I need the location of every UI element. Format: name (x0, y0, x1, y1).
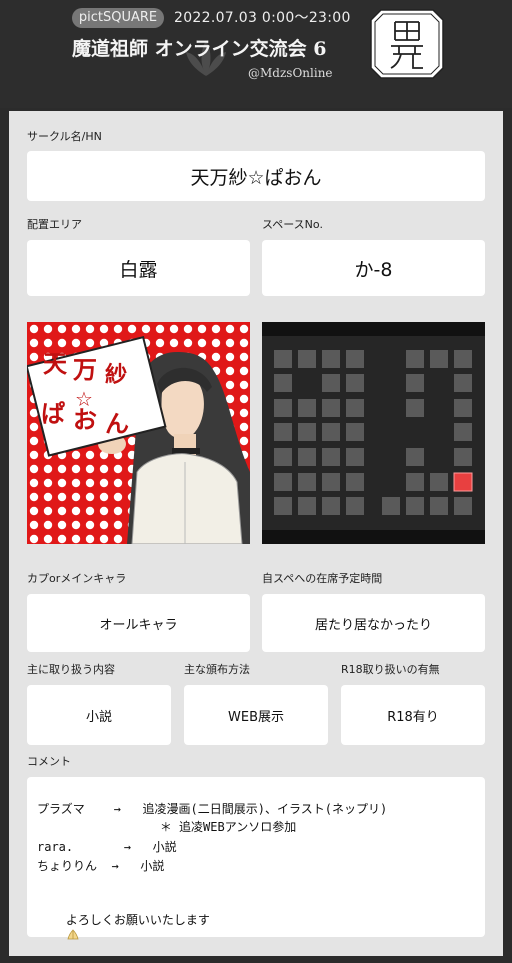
circle-cut-image[interactable]: 天 万 紗 ☆ ぱ お ん (27, 322, 250, 544)
map-space[interactable] (298, 423, 316, 441)
map-space[interactable] (430, 350, 448, 368)
map-space[interactable] (274, 399, 292, 417)
map-space[interactable] (406, 374, 424, 392)
comment-box: プラズマ → 追凌漫画(二日間展示)、イラスト(ネップリ) ＊ 追凌WEBアンソ… (27, 777, 485, 940)
map-space[interactable] (406, 399, 424, 417)
map-space[interactable] (274, 423, 292, 441)
event-seal-logo-icon (370, 9, 444, 79)
event-handle: @MdzsOnline (248, 66, 333, 80)
r18-value: R18有り (387, 709, 439, 725)
sign-char-2: 万 (73, 356, 97, 384)
map-space[interactable] (346, 448, 364, 466)
map-space[interactable] (322, 350, 340, 368)
cp-field: オールキャラ (27, 594, 250, 652)
map-space[interactable] (298, 399, 316, 417)
comment-line: rara. → 小説 (37, 840, 177, 854)
comment-label: コメント (27, 755, 71, 768)
sign-char-3: 紗 (105, 363, 127, 388)
map-space[interactable] (274, 374, 292, 392)
circle-name-label: サークル名/HN (27, 130, 102, 143)
map-space[interactable] (298, 448, 316, 466)
presence-field: 居たり居なかったり (262, 594, 485, 652)
comment-line: プラズマ → 追凌漫画(二日間展示)、イラスト(ネップリ) (37, 802, 388, 816)
map-space[interactable] (322, 448, 340, 466)
map-space[interactable] (430, 497, 448, 515)
map-space[interactable] (454, 448, 472, 466)
area-label: 配置エリア (27, 218, 82, 231)
cp-value: オールキャラ (99, 617, 178, 633)
comment-line: よろしくお願いいたします (37, 896, 210, 960)
map-space[interactable] (274, 350, 292, 368)
map-space[interactable] (406, 473, 424, 491)
map-space-highlighted[interactable] (453, 472, 473, 492)
map-space[interactable] (406, 497, 424, 515)
dist-label: 主な頒布方法 (184, 663, 250, 676)
map-space[interactable] (346, 423, 364, 441)
map-space[interactable] (454, 399, 472, 417)
space-value: か-8 (354, 258, 393, 281)
map-space[interactable] (406, 350, 424, 368)
event-title: 魔道祖師 オンライン交流会 6 (72, 38, 327, 60)
map-space[interactable] (430, 473, 448, 491)
map-space[interactable] (382, 497, 400, 515)
map-space[interactable] (322, 423, 340, 441)
platform-badge: pictSQUARE (72, 8, 164, 28)
map-space[interactable] (454, 423, 472, 441)
sign-char-1: 天 (43, 350, 67, 378)
map-space[interactable] (298, 497, 316, 515)
sign-char-6: お (73, 406, 97, 434)
map-space[interactable] (346, 350, 364, 368)
cp-label: カプorメインキャラ (27, 572, 127, 585)
map-space[interactable] (274, 448, 292, 466)
map-space[interactable] (454, 374, 472, 392)
presence-label: 自スペへの在席予定時間 (262, 572, 383, 585)
map-space[interactable] (274, 473, 292, 491)
venue-map-icon (262, 322, 485, 544)
content-field: 小説 (27, 685, 171, 745)
map-space[interactable] (454, 497, 472, 515)
dist-field: WEB展示 (184, 685, 328, 745)
space-label: スペースNo. (262, 218, 323, 231)
space-field: か-8 (262, 240, 485, 296)
area-field: 白露 (27, 240, 250, 296)
character-illustration-icon: 天 万 紗 ☆ ぱ お ん (27, 322, 250, 544)
presence-value: 居たり居なかったり (314, 617, 432, 633)
venue-map[interactable] (262, 322, 485, 544)
praying-hands-icon (67, 929, 79, 940)
event-date: 2022.07.03 0:00〜23:00 (174, 10, 351, 26)
map-space[interactable] (454, 350, 472, 368)
content-label: 主に取り扱う内容 (27, 663, 115, 676)
event-header: pictSQUARE 2022.07.03 0:00〜23:00 魔道祖師 オン… (0, 0, 512, 108)
map-space[interactable] (346, 374, 364, 392)
sign-char-7: ん (105, 410, 129, 438)
map-space[interactable] (346, 497, 364, 515)
map-space[interactable] (406, 448, 424, 466)
map-space[interactable] (298, 350, 316, 368)
comment-line: ちょりりん → 小説 (37, 859, 165, 873)
circle-name-value: 天万紗☆ぱおん (190, 166, 322, 189)
circle-name-field: 天万紗☆ぱおん (27, 151, 485, 201)
map-space[interactable] (322, 399, 340, 417)
comment-closing: よろしくお願いいたします (65, 913, 210, 927)
map-space[interactable] (346, 399, 364, 417)
map-space[interactable] (322, 497, 340, 515)
content-value: 小説 (85, 709, 112, 725)
sign-char-5: ぱ (41, 400, 65, 428)
map-space[interactable] (322, 473, 340, 491)
area-value: 白露 (119, 258, 158, 281)
map-space[interactable] (274, 497, 292, 515)
r18-label: R18取り扱いの有無 (341, 663, 440, 676)
map-space[interactable] (322, 374, 340, 392)
dist-value: WEB展示 (228, 709, 284, 725)
comment-line: ＊ 追凌WEBアンソロ参加 (37, 820, 297, 834)
map-space[interactable] (346, 473, 364, 491)
r18-field: R18有り (341, 685, 485, 745)
map-space[interactable] (298, 473, 316, 491)
